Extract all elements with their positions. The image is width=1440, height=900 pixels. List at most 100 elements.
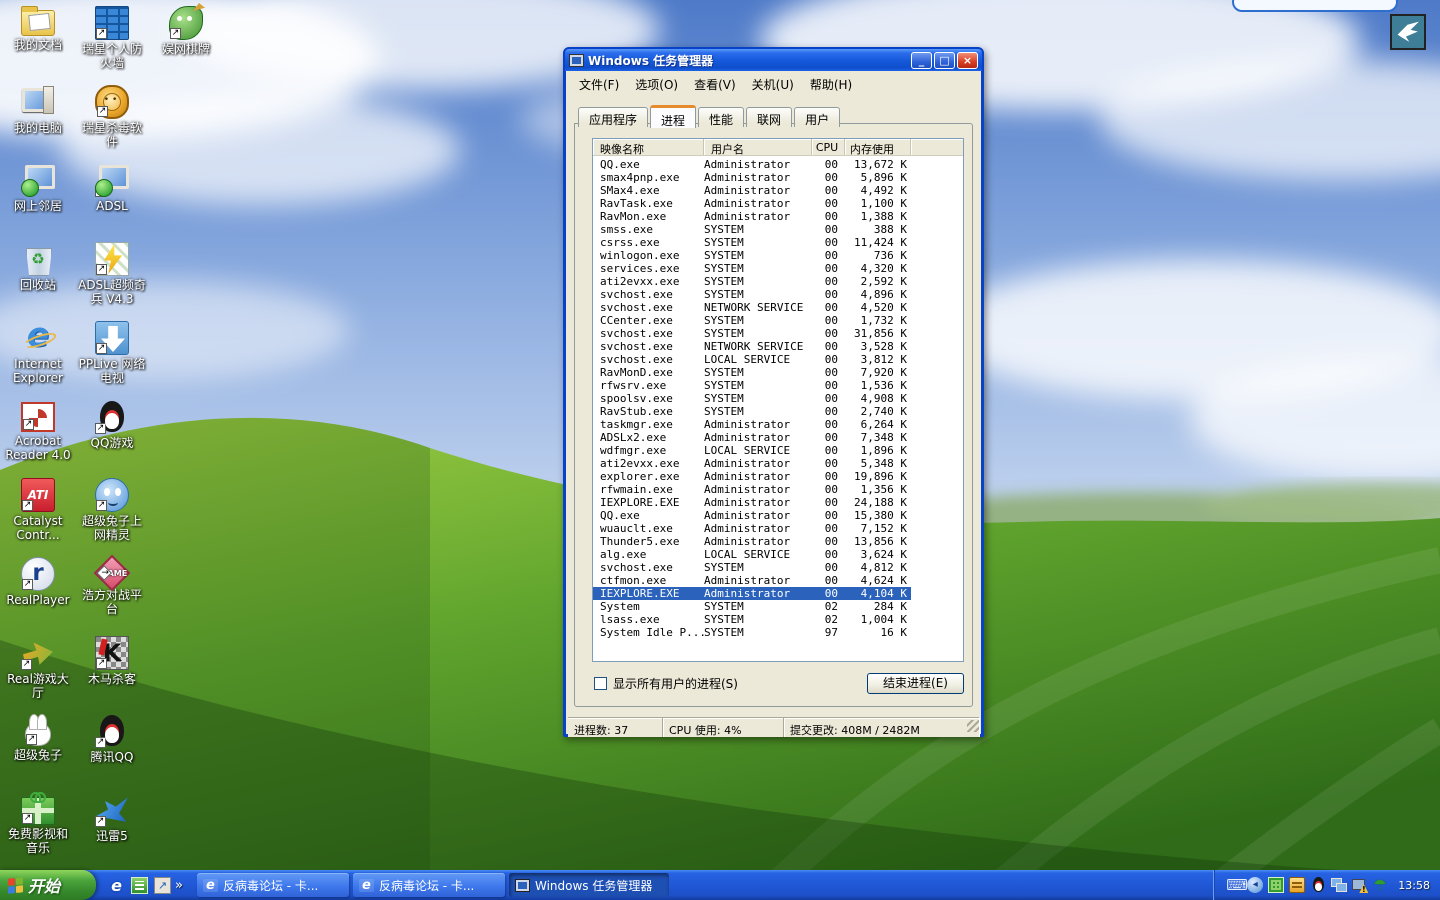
desktop-icon-internet-explorer[interactable]: Internet Explorer [2, 321, 74, 385]
desktop-icon-adsl[interactable]: ↗ADSL [76, 163, 148, 213]
table-row[interactable]: SMax4.exeAdministrator004,492 K [593, 184, 911, 197]
column-header-2[interactable]: CPU [812, 139, 845, 155]
table-row[interactable]: svchost.exeSYSTEM0031,856 K [593, 327, 911, 340]
table-row[interactable]: RavStub.exeSYSTEM002,740 K [593, 405, 911, 418]
desktop-icon-qq-games[interactable]: ↗QQ游戏 [76, 400, 148, 450]
title-bar[interactable]: Windows 任务管理器 _ □ × [565, 49, 982, 71]
alert-tray-icon[interactable] [1352, 877, 1368, 893]
table-row[interactable]: ctfmon.exeAdministrator004,624 K [593, 574, 911, 587]
taskbar-task-1[interactable]: e反病毒论坛 - 卡... [353, 873, 505, 897]
table-row[interactable]: ADSLx2.exeAdministrator007,348 K [593, 431, 911, 444]
column-header-3[interactable]: 内存使用 [845, 139, 911, 155]
process-listview[interactable]: 映像名称用户名CPU内存使用 QQ.exeAdministrator0013,6… [592, 138, 964, 662]
table-row[interactable]: Thunder5.exeAdministrator0013,856 K [593, 535, 911, 548]
desktop-icon-pplive[interactable]: ↗PPLive 网络电视 [76, 321, 148, 385]
green-grid-tray-icon[interactable] [1268, 877, 1284, 893]
table-row[interactable]: IEXPLORE.EXEAdministrator004,104 K [593, 587, 911, 600]
table-row[interactable]: taskmgr.exeAdministrator006,264 K [593, 418, 911, 431]
qq-tray-icon[interactable] [1310, 877, 1326, 893]
table-row[interactable]: wuauclt.exeAdministrator007,152 K [593, 522, 911, 535]
hide-icons-chevron[interactable]: ◂ [1247, 877, 1263, 893]
desktop-icon-real-game-hall[interactable]: ↗Real游戏大厅 [2, 636, 74, 700]
start-button[interactable]: 开始 [0, 870, 96, 900]
table-row[interactable]: QQ.exeAdministrator0015,380 K [593, 509, 911, 522]
desktop-icon-trojan-killer[interactable]: ↗木马杀客 [76, 636, 148, 686]
table-row[interactable]: SystemSYSTEM02284 K [593, 600, 911, 613]
table-row[interactable]: RavTask.exeAdministrator001,100 K [593, 197, 911, 210]
quicklaunch-chevron-icon[interactable]: » [175, 878, 183, 893]
minimize-button[interactable]: _ [911, 52, 932, 69]
desktop-icon-rising-firewall[interactable]: ↗瑞星个人防火墙 [76, 6, 148, 70]
table-row[interactable]: winlogon.exeSYSTEM00736 K [593, 249, 911, 262]
show-desktop-icon[interactable] [154, 877, 171, 894]
floating-toolbar[interactable] [1232, 0, 1398, 12]
desktop-icon-rising-antivirus[interactable]: ↗瑞星杀毒软件 [76, 85, 148, 149]
excel-icon[interactable] [131, 877, 148, 894]
desktop-icon-my-documents[interactable]: 我的文档 [2, 6, 74, 52]
desktop-icon-adsl-overclock[interactable]: ↗ADSL超频奇兵 V4.3 [76, 242, 148, 306]
table-row[interactable]: svchost.exeNETWORK SERVICE004,520 K [593, 301, 911, 314]
column-header-0[interactable]: 映像名称 [593, 139, 704, 155]
network-tray-icon[interactable] [1331, 877, 1347, 893]
table-row[interactable]: rfwsrv.exeSYSTEM001,536 K [593, 379, 911, 392]
table-row[interactable]: services.exeSYSTEM004,320 K [593, 262, 911, 275]
taskbar-task-2[interactable]: Windows 任务管理器 [509, 873, 669, 897]
checkbox-box[interactable] [594, 677, 607, 690]
desktop-icon-free-movies-music[interactable]: ↗免费影视和音乐 [2, 793, 74, 855]
umbrella-tray-icon[interactable]: ☂ [1373, 877, 1389, 893]
table-row[interactable]: smax4pnp.exeAdministrator005,896 K [593, 171, 911, 184]
menu-item-2[interactable]: 查看(V) [687, 74, 743, 95]
table-row[interactable]: IEXPLORE.EXEAdministrator0024,188 K [593, 496, 911, 509]
table-row[interactable]: RavMonD.exeSYSTEM007,920 K [593, 366, 911, 379]
table-row[interactable]: csrss.exeSYSTEM0011,424 K [593, 236, 911, 249]
resize-grip[interactable] [967, 720, 979, 732]
table-row[interactable]: alg.exeLOCAL SERVICE003,624 K [593, 548, 911, 561]
tab-性能[interactable]: 性能 [698, 107, 744, 127]
keyboard-icon[interactable]: ⌨ [1226, 877, 1242, 893]
desktop-icon-haofang-game-platform[interactable]: ↗浩方对战平台 [76, 557, 148, 616]
table-row[interactable]: ati2evxx.exeSYSTEM002,592 K [593, 275, 911, 288]
menu-item-3[interactable]: 关机(U) [745, 74, 801, 95]
desktop-icon-super-rabbit-ie-helper[interactable]: ↗超级兔子上网精灵 [76, 478, 148, 542]
taskbar-task-0[interactable]: e反病毒论坛 - 卡... [197, 873, 349, 897]
table-row[interactable]: CCenter.exeSYSTEM001,732 K [593, 314, 911, 327]
table-row[interactable]: explorer.exeAdministrator0019,896 K [593, 470, 911, 483]
table-row[interactable]: ati2evxx.exeAdministrator005,348 K [593, 457, 911, 470]
table-row[interactable]: wdfmgr.exeLOCAL SERVICE001,896 K [593, 444, 911, 457]
desktop-icon-acrobat-reader[interactable]: ↗Acrobat Reader 4.0 [2, 400, 74, 462]
tab-用户[interactable]: 用户 [794, 107, 840, 127]
desktop-icon-realplayer[interactable]: ↗RealPlayer [2, 557, 74, 607]
table-row[interactable]: smss.exeSYSTEM00388 K [593, 223, 911, 236]
table-row[interactable]: lsass.exeSYSTEM021,004 K [593, 613, 911, 626]
maximize-button[interactable]: □ [934, 52, 955, 69]
table-row[interactable]: svchost.exeSYSTEM004,812 K [593, 561, 911, 574]
table-row[interactable]: svchost.exeLOCAL SERVICE003,812 K [593, 353, 911, 366]
tab-进程[interactable]: 进程 [650, 105, 696, 128]
thunder-floating-icon[interactable] [1390, 14, 1426, 50]
show-all-users-checkbox[interactable]: 显示所有用户的进程(S) [594, 675, 738, 692]
desktop-icon-tencent-qq[interactable]: ↗腾讯QQ [76, 714, 148, 764]
desktop-icon-ati-catalyst-control[interactable]: ↗Catalyst Contr... [2, 478, 74, 542]
end-process-button[interactable]: 结束进程(E) [867, 673, 964, 694]
desktop-icon-thunder-5[interactable]: ↗迅雷5 [76, 793, 148, 843]
table-row[interactable]: System Idle P...SYSTEM9716 K [593, 626, 911, 639]
menu-item-4[interactable]: 帮助(H) [803, 74, 859, 95]
table-row[interactable]: spoolsv.exeSYSTEM004,908 K [593, 392, 911, 405]
menu-item-0[interactable]: 文件(F) [572, 74, 626, 95]
yellow-tray-icon[interactable] [1289, 877, 1305, 893]
tab-联网[interactable]: 联网 [746, 107, 792, 127]
table-row[interactable]: svchost.exeNETWORK SERVICE003,528 K [593, 340, 911, 353]
close-button[interactable]: × [957, 52, 978, 69]
table-row[interactable]: QQ.exeAdministrator0013,672 K [593, 158, 911, 171]
menu-item-1[interactable]: 选项(O) [628, 74, 685, 95]
tab-应用程序[interactable]: 应用程序 [578, 107, 648, 127]
desktop-icon-recycle-bin[interactable]: 回收站 [2, 242, 74, 292]
ie-icon[interactable]: e [108, 877, 125, 894]
desktop-icon-yuwang-chess[interactable]: ↗娱网棋牌 [150, 6, 222, 56]
desktop-icon-my-computer[interactable]: 我的电脑 [2, 85, 74, 135]
table-row[interactable]: svchost.exeSYSTEM004,896 K [593, 288, 911, 301]
table-row[interactable]: RavMon.exeAdministrator001,388 K [593, 210, 911, 223]
table-row[interactable]: rfwmain.exeAdministrator001,356 K [593, 483, 911, 496]
desktop-icon-super-rabbit[interactable]: ↗超级兔子 [2, 714, 74, 762]
desktop-icon-network-places[interactable]: 网上邻居 [2, 163, 74, 213]
